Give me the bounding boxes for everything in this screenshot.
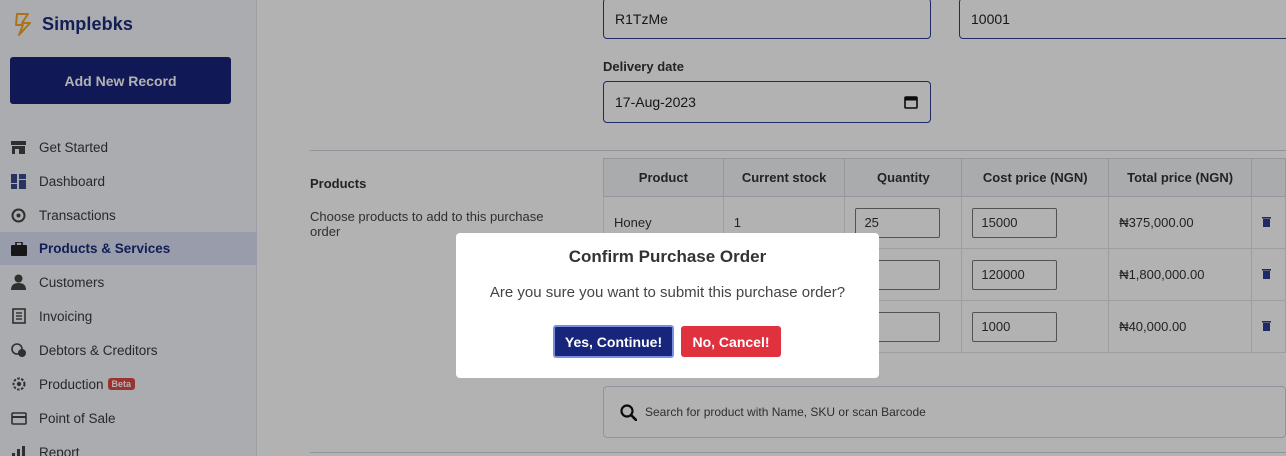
modal-backdrop[interactable] xyxy=(0,0,1286,456)
confirm-continue-button[interactable]: Yes, Continue! xyxy=(553,325,674,358)
confirm-dialog: Confirm Purchase Order Are you sure you … xyxy=(456,233,879,378)
dialog-message: Are you sure you want to submit this pur… xyxy=(489,284,846,301)
cancel-button[interactable]: No, Cancel! xyxy=(681,326,781,357)
dialog-title: Confirm Purchase Order xyxy=(568,247,767,266)
